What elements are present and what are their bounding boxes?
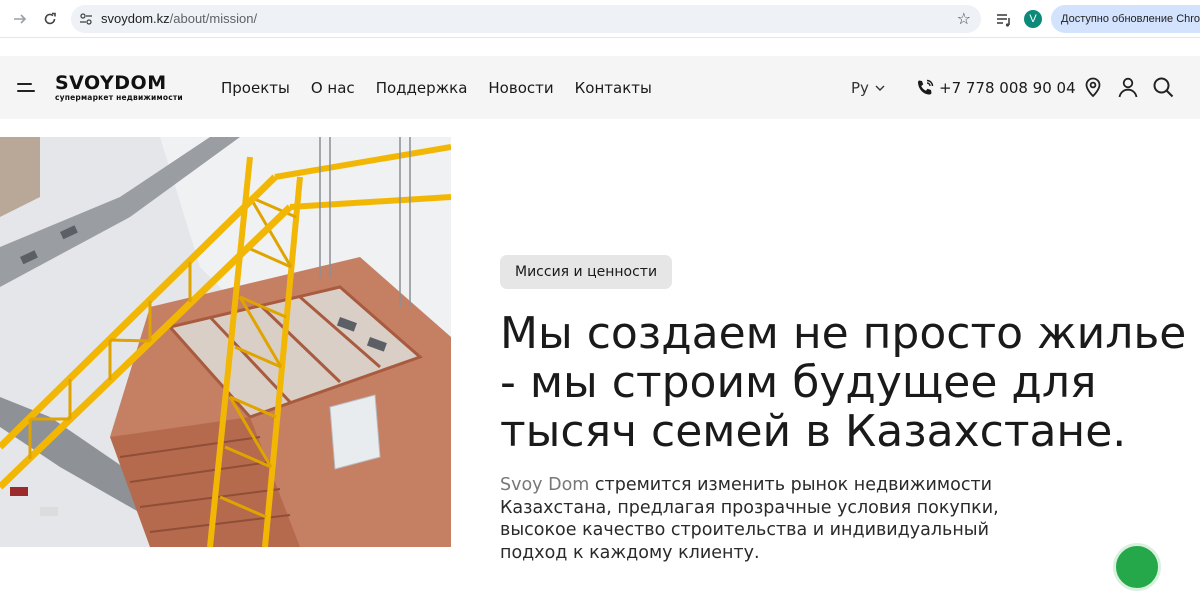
language-label: Ру [851,79,869,97]
main-nav: Проекты О нас Поддержка Новости Контакты [221,79,652,97]
brand-name: Svoy Dom [500,475,590,495]
chevron-down-icon [875,85,885,91]
crane-illustration [0,137,451,547]
bookmark-star-icon[interactable]: ☆ [957,9,971,29]
reload-icon[interactable] [40,9,60,29]
nav-support[interactable]: Поддержка [376,79,468,97]
logo[interactable]: SVOYDOM супермаркет недвижимости [55,73,183,102]
forward-icon[interactable] [10,9,30,29]
user-icon[interactable] [1117,76,1139,98]
site-info-icon[interactable] [79,12,93,26]
nav-about[interactable]: О нас [311,79,355,97]
address-bar[interactable]: svoydom.kz/about/mission/ ☆ [71,5,981,33]
chat-button[interactable] [1113,543,1161,591]
hero-construction-photo [0,137,451,547]
hero-lead-text: Svoy Dom стремится изменить рынок недвиж… [500,474,1060,564]
nav-contacts[interactable]: Контакты [575,79,652,97]
hero-headline: Мы создаем не просто жилье - мы строим б… [500,308,1187,457]
phone-number: +7 778 008 90 04 [939,79,1076,97]
profile-avatar[interactable]: V [1024,10,1042,28]
search-icon[interactable] [1152,76,1174,98]
chrome-update-button[interactable]: Доступно обновление Chrome [1051,5,1200,33]
nav-news[interactable]: Новости [488,79,553,97]
logo-text: SVOYDOM [55,72,167,94]
location-pin-icon[interactable] [1082,76,1104,98]
language-selector[interactable]: Ру [851,79,885,97]
browser-toolbar: svoydom.kz/about/mission/ ☆ V Доступно о… [0,0,1200,38]
nav-projects[interactable]: Проекты [221,79,290,97]
url-path: /about/mission/ [169,11,258,26]
url-text: svoydom.kz/about/mission/ [101,11,257,26]
phone-icon [918,79,934,95]
site-header: SVOYDOM супермаркет недвижимости Проекты… [0,56,1200,119]
url-host: svoydom.kz [101,11,170,26]
logo-tagline: супермаркет недвижимости [55,93,183,102]
phone-link[interactable]: +7 778 008 90 04 [915,78,1076,98]
section-badge: Миссия и ценности [500,255,673,289]
media-controls-icon[interactable] [995,10,1013,28]
menu-icon[interactable] [17,83,35,93]
